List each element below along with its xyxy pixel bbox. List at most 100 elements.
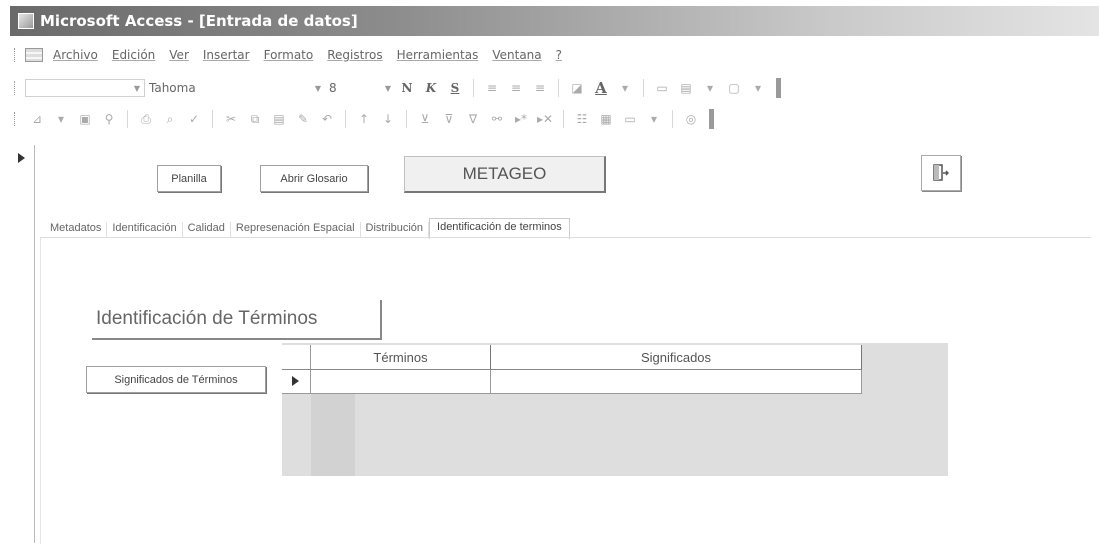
row-selector[interactable] xyxy=(282,370,311,393)
record-selector[interactable] xyxy=(10,145,35,543)
formatting-toolbar: ▼ Tahoma ▼ 8 ▼ N K S ≡ ≡ ≡ ◪ A ▾ ▭ ▤ ▾ ▢… xyxy=(10,75,930,101)
line-color-icon[interactable]: ▭ xyxy=(653,79,671,97)
chevron-down-icon: ▼ xyxy=(314,83,321,93)
paste-icon[interactable]: ▤ xyxy=(270,110,288,128)
window-title: Microsoft Access - [Entrada de datos] xyxy=(40,12,358,30)
font-name-value: Tahoma xyxy=(149,81,196,95)
save-icon[interactable]: ▣ xyxy=(76,110,94,128)
toolbar-separator xyxy=(473,79,474,97)
terminos-cell[interactable] xyxy=(311,370,491,393)
toolbar-separator xyxy=(406,110,407,128)
tab-identificacion[interactable]: Identificación xyxy=(107,222,183,237)
toolbar-separator xyxy=(643,79,644,97)
toolbar-grip xyxy=(14,112,19,126)
menu-edicion[interactable]: Edición xyxy=(112,48,155,62)
apply-filter-icon[interactable]: ∇ xyxy=(464,110,482,128)
toolbar-separator xyxy=(672,110,673,128)
subform-empty-area xyxy=(311,393,355,476)
tab-distribucion[interactable]: Distribución xyxy=(361,222,430,237)
toolbar-end-handle[interactable] xyxy=(709,109,714,129)
font-color-button[interactable]: A xyxy=(592,79,610,97)
exit-door-icon xyxy=(933,164,949,181)
new-object-icon[interactable]: ▭ xyxy=(621,110,639,128)
toolbar-separator xyxy=(127,110,128,128)
record-pointer-icon xyxy=(292,376,299,386)
tab-calidad[interactable]: Calidad xyxy=(183,222,231,237)
view-icon[interactable]: ⊿ xyxy=(28,110,46,128)
menu-bar: Archivo Edición Ver Insertar Formato Reg… xyxy=(10,44,1080,66)
preview-icon[interactable]: ⌕ xyxy=(161,110,179,128)
cut-icon[interactable]: ✂ xyxy=(222,110,240,128)
font-name-combo[interactable]: Tahoma ▼ xyxy=(145,79,325,97)
menu-insertar[interactable]: Insertar xyxy=(203,48,250,62)
sort-ascending-icon[interactable]: ↑ xyxy=(355,110,373,128)
bold-button[interactable]: N xyxy=(398,79,416,97)
special-effect-icon[interactable]: ▢ xyxy=(725,79,743,97)
copy-icon[interactable]: ⧉ xyxy=(246,110,264,128)
table-row[interactable] xyxy=(282,370,862,394)
border-width-icon[interactable]: ▤ xyxy=(677,79,695,97)
chevron-down-icon[interactable]: ▾ xyxy=(616,79,634,97)
column-header-significados[interactable]: Significados xyxy=(491,345,862,369)
menu-help[interactable]: ? xyxy=(556,48,562,62)
search-icon[interactable]: ⚲ xyxy=(100,110,118,128)
section-title: Identificación de Términos xyxy=(92,300,382,340)
help-icon[interactable]: ◎ xyxy=(682,110,700,128)
underline-button[interactable]: S xyxy=(446,79,464,97)
chevron-down-icon[interactable]: ▾ xyxy=(645,110,663,128)
toolbar-separator xyxy=(563,110,564,128)
align-center-icon[interactable]: ≡ xyxy=(507,79,525,97)
properties-icon[interactable]: ☷ xyxy=(573,110,591,128)
tab-strip: Metadatos Identificación Calidad Represe… xyxy=(45,215,570,239)
database-window-icon[interactable]: ▦ xyxy=(597,110,615,128)
tab-representacion-espacial[interactable]: Represenación Espacial xyxy=(231,222,361,237)
menu-formato[interactable]: Formato xyxy=(264,48,314,62)
form-area: Planilla Abrir Glosario METAGEO Metadato… xyxy=(10,145,1099,544)
chevron-down-icon[interactable]: ▾ xyxy=(749,79,767,97)
font-size-value: 8 xyxy=(329,81,337,95)
new-record-icon[interactable]: ▸* xyxy=(512,110,530,128)
document-menu-icon[interactable] xyxy=(25,48,43,62)
chevron-down-icon: ▼ xyxy=(133,83,140,93)
menu-ver[interactable]: Ver xyxy=(169,48,189,62)
toolbar-separator xyxy=(212,110,213,128)
menu-registros[interactable]: Registros xyxy=(327,48,382,62)
toolbar-end-handle[interactable] xyxy=(776,78,781,98)
tab-metadatos[interactable]: Metadatos xyxy=(45,222,108,237)
grid-header: Términos Significados xyxy=(282,345,862,370)
align-left-icon[interactable]: ≡ xyxy=(483,79,501,97)
sort-descending-icon[interactable]: ↓ xyxy=(379,110,397,128)
form-view-toolbar: ⊿ ▾ ▣ ⚲ ⎙ ⌕ ✓ ✂ ⧉ ▤ ✎ ↶ ↑ ↓ ⊻ ⊽ ∇ ⚯ ▸* ▸… xyxy=(10,106,930,132)
chevron-down-icon[interactable]: ▾ xyxy=(52,110,70,128)
planilla-button[interactable]: Planilla xyxy=(157,165,221,192)
italic-button[interactable]: K xyxy=(422,79,440,97)
object-combo[interactable]: ▼ xyxy=(25,79,145,97)
grid-corner[interactable] xyxy=(282,345,311,369)
delete-record-icon[interactable]: ▸✕ xyxy=(536,110,554,128)
font-size-combo[interactable]: 8 ▼ xyxy=(325,79,395,97)
fill-color-icon[interactable]: ◪ xyxy=(568,79,586,97)
print-icon[interactable]: ⎙ xyxy=(137,110,155,128)
chevron-down-icon[interactable]: ▾ xyxy=(701,79,719,97)
toolbar-separator xyxy=(345,110,346,128)
column-header-terminos[interactable]: Términos xyxy=(311,345,491,369)
undo-icon[interactable]: ↶ xyxy=(318,110,336,128)
significados-button[interactable]: Significados de Términos xyxy=(86,366,266,393)
menu-archivo[interactable]: Archivo xyxy=(53,48,98,62)
format-painter-icon[interactable]: ✎ xyxy=(294,110,312,128)
significados-cell[interactable] xyxy=(491,370,862,393)
abrir-glosario-button[interactable]: Abrir Glosario xyxy=(260,165,368,192)
spelling-icon[interactable]: ✓ xyxy=(185,110,203,128)
record-pointer-icon xyxy=(18,153,25,163)
filter-form-icon[interactable]: ⊽ xyxy=(440,110,458,128)
tab-identificacion-de-terminos[interactable]: Identificación de terminos xyxy=(429,218,570,239)
find-icon[interactable]: ⚯ xyxy=(488,110,506,128)
align-right-icon[interactable]: ≡ xyxy=(531,79,549,97)
exit-button[interactable] xyxy=(921,155,961,191)
filter-selection-icon[interactable]: ⊻ xyxy=(416,110,434,128)
title-bar: Microsoft Access - [Entrada de datos] xyxy=(10,6,1099,36)
menu-ventana[interactable]: Ventana xyxy=(492,48,541,62)
menu-herramientas[interactable]: Herramientas xyxy=(397,48,479,62)
toolbar-separator xyxy=(558,79,559,97)
menu-grip xyxy=(14,48,19,62)
